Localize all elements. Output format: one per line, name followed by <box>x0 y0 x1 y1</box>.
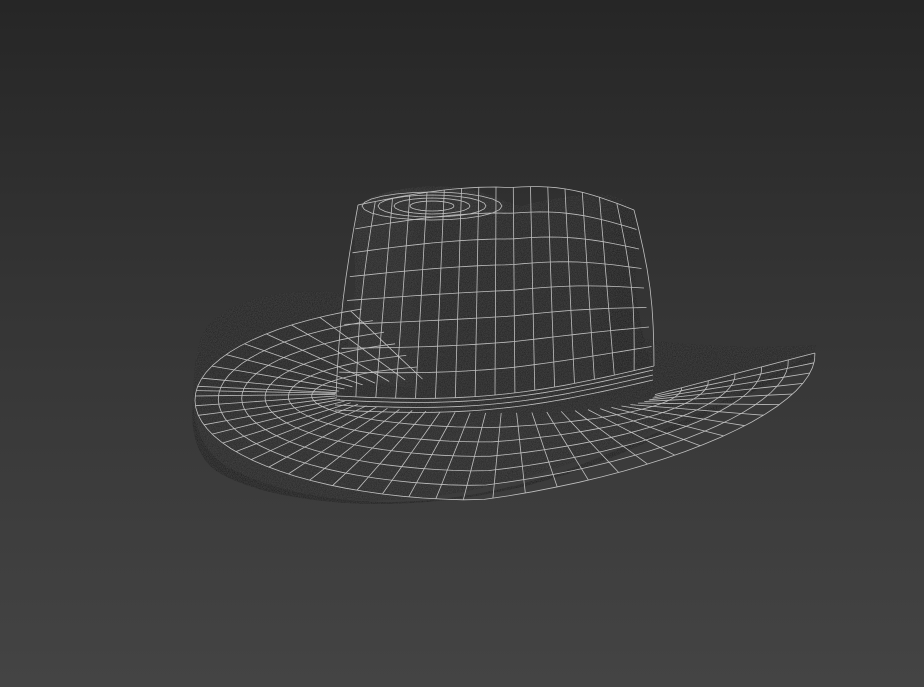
3d-viewport[interactable] <box>0 0 924 687</box>
hat-crown <box>333 186 655 414</box>
hat-model[interactable] <box>0 0 924 687</box>
